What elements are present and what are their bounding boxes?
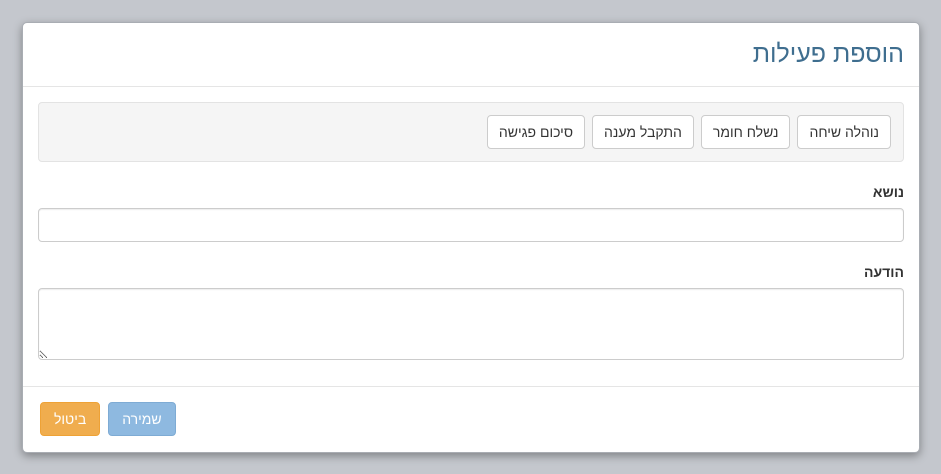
quick-action-response-received-button[interactable]: התקבל מענה — [592, 115, 694, 149]
cancel-button[interactable]: ביטול — [40, 402, 101, 436]
message-label: הודעה — [864, 264, 904, 280]
subject-label: נושא — [872, 184, 904, 200]
modal-body: נוהלה שיחה נשלח חומר התקבל מענה סיכום פג… — [23, 87, 919, 360]
modal-header: הוספת פעילות — [23, 23, 919, 87]
save-button[interactable]: שמירה — [108, 402, 176, 436]
subject-input[interactable] — [38, 208, 904, 242]
quick-action-meeting-summary-button[interactable]: סיכום פגישה — [486, 115, 586, 149]
message-textarea[interactable] — [38, 288, 904, 360]
quick-action-call-held-button[interactable]: נוהלה שיחה — [797, 115, 891, 149]
quick-actions-bar: נוהלה שיחה נשלח חומר התקבל מענה סיכום פג… — [38, 102, 904, 162]
modal-footer: ביטול שמירה — [23, 386, 919, 452]
quick-action-material-sent-button[interactable]: נשלח חומר — [700, 115, 791, 149]
add-activity-modal: הוספת פעילות נוהלה שיחה נשלח חומר התקבל … — [22, 22, 920, 453]
modal-title: הוספת פעילות — [752, 40, 904, 68]
